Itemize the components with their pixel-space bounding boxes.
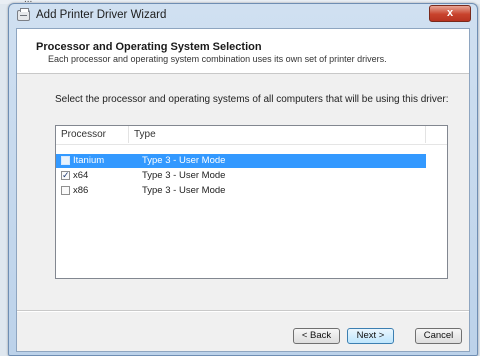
list-row-x64[interactable]: ✓ x64 Type 3 - User Mode — [56, 169, 426, 183]
back-button[interactable]: < Back — [293, 328, 340, 344]
wizard-window: Add Printer Driver Wizard x Processor an… — [8, 3, 478, 356]
column-header-processor[interactable]: Processor — [61, 129, 106, 140]
column-header-type[interactable]: Type — [134, 129, 156, 140]
footer-separator — [17, 310, 469, 312]
type-cell: Type 3 - User Mode — [142, 185, 226, 196]
printer-icon — [17, 8, 30, 21]
type-cell: Type 3 - User Mode — [142, 155, 226, 166]
column-divider[interactable] — [425, 126, 426, 143]
itanium-checkbox[interactable] — [61, 156, 70, 165]
processor-cell: x64 — [73, 170, 89, 181]
title-bar[interactable]: Add Printer Driver Wizard x — [9, 4, 477, 28]
page-subtitle: Each processor and operating system comb… — [48, 54, 387, 64]
list-row-x86[interactable]: x86 Type 3 - User Mode — [56, 184, 426, 198]
processor-cell: Itanium — [73, 155, 105, 166]
x86-checkbox[interactable] — [61, 186, 70, 195]
check-icon: ✓ — [62, 170, 70, 180]
x64-checkbox[interactable]: ✓ — [61, 170, 70, 180]
wizard-header: Processor and Operating System Selection… — [17, 29, 469, 74]
processor-list[interactable]: Processor Type Itanium Type 3 - User Mod… — [55, 125, 448, 279]
page-title: Processor and Operating System Selection — [36, 41, 262, 53]
instruction-text: Select the processor and operating syste… — [55, 94, 449, 105]
window-title: Add Printer Driver Wizard — [36, 9, 167, 21]
wizard-content: Processor and Operating System Selection… — [16, 28, 470, 352]
type-cell: Type 3 - User Mode — [142, 170, 226, 181]
list-row-itanium[interactable]: Itanium Type 3 - User Mode — [56, 154, 426, 168]
cancel-button[interactable]: Cancel — [415, 328, 462, 344]
list-header: Processor Type — [56, 126, 447, 145]
next-button[interactable]: Next > — [347, 328, 394, 344]
processor-cell: x86 — [73, 185, 89, 196]
close-button[interactable]: x — [429, 5, 471, 22]
column-divider[interactable] — [128, 126, 129, 143]
